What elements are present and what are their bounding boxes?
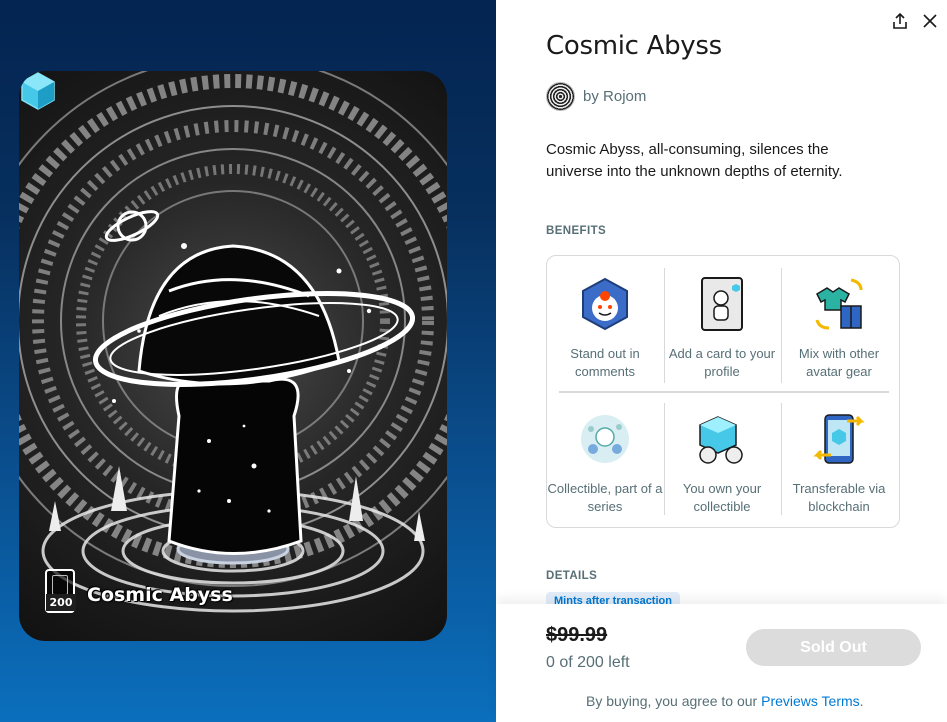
benefits-heading: BENEFITS	[546, 225, 607, 237]
card-title: Cosmic Abyss	[87, 584, 233, 606]
creator-name[interactable]: Rojom	[603, 88, 646, 105]
gem-ownership-icon	[699, 416, 743, 464]
stock-count: 0 of 200 left	[546, 654, 630, 671]
creator-prefix: by	[583, 88, 599, 105]
top-actions	[891, 12, 939, 30]
price: $99.99	[546, 624, 608, 646]
edition-count: 200	[46, 594, 76, 611]
product-title: Cosmic Abyss	[546, 31, 722, 61]
creator-row[interactable]: by Rojom	[546, 82, 646, 111]
product-description: Cosmic Abyss, all-consuming, silences th…	[546, 141, 843, 180]
benefit-label: You own your collectible	[682, 481, 762, 514]
collectible-series-icon	[581, 415, 629, 463]
benefit-label: Stand out in comments	[570, 346, 640, 379]
avatar-gear-icon	[815, 278, 863, 330]
benefit-avatar-gear: Mix with other avatar gear	[781, 276, 897, 381]
edition-count-badge: 200	[45, 569, 76, 613]
terms-prefix: By buying, you agree to our	[586, 693, 758, 709]
benefit-label: Mix with other avatar gear	[798, 346, 880, 379]
creator-byline[interactable]: by Rojom	[583, 88, 646, 105]
collectible-card-image: 200 Cosmic Abyss	[19, 71, 447, 641]
benefit-label: Add a card to your profile	[668, 346, 776, 379]
previews-terms-link[interactable]: Previews Terms	[761, 693, 860, 709]
creator-avatar[interactable]	[546, 82, 575, 111]
profile-card-icon	[701, 277, 743, 331]
details-heading: DETAILS	[546, 570, 598, 582]
benefit-transferable: Transferable via blockchain	[781, 411, 897, 516]
sold-out-button[interactable]: Sold Out	[746, 629, 921, 666]
blockchain-transfer-icon	[813, 414, 865, 464]
benefit-ownership: You own your collectible	[664, 411, 780, 516]
close-icon[interactable]	[921, 12, 939, 30]
terms-notice: By buying, you agree to our Previews Ter…	[586, 693, 864, 709]
benefit-label: Transferable via blockchain	[792, 481, 886, 514]
benefits-grid: Stand out in comments Add a card to your…	[546, 255, 900, 528]
benefit-label: Collectible, part of a series	[547, 481, 663, 514]
art-panel: 200 Cosmic Abyss	[0, 0, 496, 722]
divider	[559, 391, 889, 393]
gem-badge-icon	[21, 72, 55, 110]
benefit-stand-out: Stand out in comments	[547, 276, 663, 381]
terms-suffix: .	[859, 693, 864, 709]
share-icon[interactable]	[891, 12, 909, 30]
card-mini-icon	[52, 575, 68, 595]
cosmic-abyss-artwork	[19, 71, 447, 613]
benefit-collectible-series: Collectible, part of a series	[547, 411, 663, 516]
purchase-footer: $99.99 0 of 200 left Sold Out By buying,…	[496, 604, 947, 722]
snoo-badge-icon	[582, 277, 628, 331]
benefit-profile-card: Add a card to your profile	[664, 276, 780, 381]
